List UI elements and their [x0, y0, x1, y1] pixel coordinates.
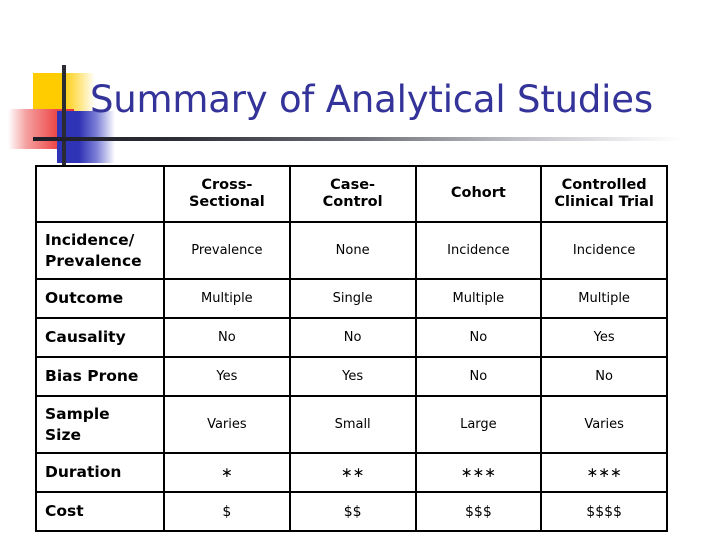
cell-incidence-prevalence-controlled-clinical-trial: Incidence: [540, 221, 668, 280]
column-header-line: Control: [322, 194, 383, 210]
table-header-row: Cross- Sectional Case- Control Cohort Co…: [35, 165, 668, 223]
column-header-line: Sectional: [188, 194, 265, 210]
table-row: Duration ∗ ∗∗ ∗∗∗ ∗∗∗: [35, 452, 668, 493]
decoration-vertical-line: [62, 65, 66, 170]
column-header-case-control: Case- Control: [288, 165, 417, 223]
row-label-duration: Duration: [35, 452, 165, 493]
cell-outcome-cross-sectional: Multiple: [163, 278, 291, 319]
row-label-outcome: Outcome: [35, 278, 165, 319]
cell-duration-case-control: ∗∗: [288, 452, 417, 493]
cell-causality-cross-sectional: No: [163, 317, 291, 358]
row-label-bias-prone: Bias Prone: [35, 356, 165, 397]
cell-outcome-case-control: Single: [288, 278, 417, 319]
cell-causality-controlled-clinical-trial: Yes: [540, 317, 668, 358]
slide-header: Summary of Analytical Studies: [0, 0, 720, 170]
cell-bias-prone-controlled-clinical-trial: No: [540, 356, 668, 397]
cell-cost-cross-sectional: $: [163, 491, 291, 532]
cell-incidence-prevalence-cohort: Incidence: [414, 221, 543, 280]
column-header-cross-sectional: Cross- Sectional: [163, 165, 291, 223]
cell-cost-controlled-clinical-trial: $$$$: [540, 491, 668, 532]
cell-bias-prone-cross-sectional: Yes: [163, 356, 291, 397]
cell-outcome-cohort: Multiple: [414, 278, 543, 319]
cell-incidence-prevalence-cross-sectional: Prevalence: [163, 221, 291, 280]
cell-sample-size-cohort: Large: [414, 395, 543, 454]
table-row: Outcome Multiple Single Multiple Multipl…: [35, 278, 668, 319]
cell-duration-cross-sectional: ∗: [163, 452, 291, 493]
cell-cost-cohort: $$$: [414, 491, 543, 532]
table-row: Incidence/ Prevalence Prevalence None In…: [35, 221, 668, 280]
title-underline-rule: [33, 137, 683, 141]
cell-cost-case-control: $$: [288, 491, 417, 532]
cell-causality-cohort: No: [414, 317, 543, 358]
row-label-incidence-prevalence: Incidence/ Prevalence: [35, 221, 165, 280]
row-label-sample-size: Sample Size: [35, 395, 165, 454]
column-header-line: Clinical Trial: [554, 194, 654, 210]
cell-incidence-prevalence-case-control: None: [288, 221, 417, 280]
cell-duration-cohort: ∗∗∗: [414, 452, 543, 493]
cell-sample-size-case-control: Small: [288, 395, 417, 454]
column-header-line: Controlled: [561, 176, 647, 193]
column-header-cohort: Cohort: [414, 165, 543, 223]
row-label-line: Prevalence: [45, 251, 142, 270]
column-header-line: Cohort: [450, 185, 506, 202]
column-header-controlled-clinical-trial: Controlled Clinical Trial: [540, 165, 668, 223]
cell-bias-prone-cohort: No: [414, 356, 543, 397]
row-label-cost: Cost: [35, 491, 165, 532]
row-label-line: Sample: [45, 405, 110, 424]
row-label-causality: Causality: [35, 317, 165, 358]
cell-sample-size-controlled-clinical-trial: Varies: [540, 395, 668, 454]
row-label-line: Size: [45, 425, 82, 444]
cell-causality-case-control: No: [288, 317, 417, 358]
column-header-line: Case-: [330, 176, 376, 193]
cell-duration-controlled-clinical-trial: ∗∗∗: [540, 452, 668, 493]
table-row: Causality No No No Yes: [35, 317, 668, 358]
cell-sample-size-cross-sectional: Varies: [163, 395, 291, 454]
column-header-line: Cross-: [201, 176, 253, 193]
cell-bias-prone-case-control: Yes: [288, 356, 417, 397]
table-row: Cost $ $$ $$$ $$$$: [35, 491, 668, 532]
table-row: Bias Prone Yes Yes No No: [35, 356, 668, 397]
summary-table: Cross- Sectional Case- Control Cohort Co…: [35, 165, 668, 532]
row-label-line: Incidence/: [45, 231, 135, 250]
page-title: Summary of Analytical Studies: [90, 78, 653, 121]
table-row: Sample Size Varies Small Large Varies: [35, 395, 668, 454]
table-corner-cell: [35, 165, 165, 223]
cell-outcome-controlled-clinical-trial: Multiple: [540, 278, 668, 319]
